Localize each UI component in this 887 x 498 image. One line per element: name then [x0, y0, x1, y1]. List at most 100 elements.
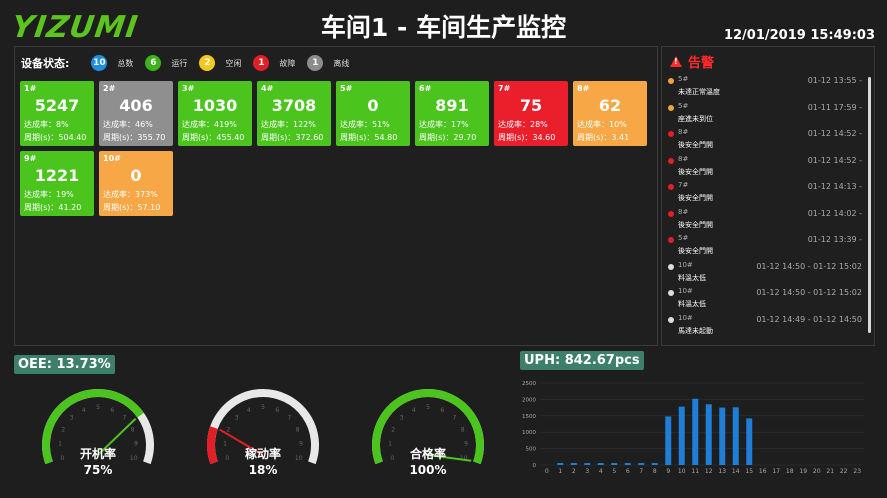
machine-card[interactable]: 9# 1221 达成率：19% 周期(s)：41.20	[20, 151, 94, 216]
machine-output: 1221	[34, 166, 80, 185]
alarm-item[interactable]: 7# 01-12 14:13 - 後安全門開	[666, 181, 866, 208]
machine-id: 9#	[24, 154, 37, 163]
alarm-status-dot	[668, 157, 674, 164]
machine-output: 5247	[34, 96, 80, 115]
alarm-machine: 8#	[678, 207, 689, 216]
alarm-item[interactable]: 5# 01-12 13:55 - 未達正常溫度	[666, 75, 866, 102]
legend-item: 1 故障	[253, 55, 295, 71]
warning-icon	[670, 56, 682, 67]
gauge-tick-label: 2	[226, 427, 230, 434]
alarm-item[interactable]: 5# 01-12 13:39 - 後安全門開	[666, 234, 866, 261]
machine-cycle: 周期(s)：504.40	[24, 133, 87, 142]
chart-xtick-label: 23	[853, 468, 861, 475]
alarm-machine: 5#	[678, 234, 689, 242]
machine-card[interactable]: 7# 75 达成率：28% 周期(s)：34.60	[494, 81, 568, 146]
machine-rate: 达成率：10%	[577, 120, 627, 129]
machine-cycle: 周期(s)：57.10	[103, 203, 161, 212]
gauge-tick-label: 5	[261, 404, 265, 411]
alarm-time: 01-12 14:13 -	[807, 182, 862, 191]
chart-ytick-label: 500	[526, 447, 537, 453]
machine-cycle: 周期(s)：455.40	[182, 133, 245, 142]
machine-card[interactable]: 6# 891 达成率：17% 周期(s)：29.70	[415, 81, 489, 146]
chart-xtick-label: 1	[558, 468, 562, 475]
machine-output: 0	[367, 96, 379, 115]
machine-card[interactable]: 3# 1030 达成率：419% 周期(s)：455.40	[178, 81, 252, 146]
machine-id: 7#	[498, 84, 511, 93]
alarm-machine: 5#	[678, 75, 689, 83]
chart-bar	[665, 416, 672, 465]
machine-output: 75	[519, 96, 543, 115]
chart-xtick-label: 10	[678, 468, 686, 475]
status-label: 设备状态:	[21, 57, 70, 70]
alarm-time: 01-12 14:50 - 01-12 15:02	[756, 261, 862, 271]
machine-rate: 达成率：373%	[103, 190, 158, 199]
alarm-message: 料溫太低	[678, 273, 706, 282]
machine-rate: 达成率：19%	[24, 190, 74, 199]
alarm-item[interactable]: 8# 01-12 14:52 - 後安全門開	[666, 155, 866, 182]
machine-id: 8#	[577, 84, 590, 93]
machine-output: 1030	[192, 96, 238, 115]
chart-xtick-label: 14	[732, 468, 740, 475]
alarm-header: 告警	[670, 52, 714, 71]
alarm-list[interactable]: 5# 01-12 13:55 - 未達正常溫度 5# 01-11 17:59 - 座進未到…	[666, 75, 866, 337]
gauge-tick-label: 3	[400, 415, 404, 422]
chart-ytick-label: 2000	[522, 397, 536, 403]
chart-xtick-label: 0	[545, 468, 549, 475]
alarm-message: 料溫太低	[678, 300, 706, 308]
legend-count-badge: 10	[91, 55, 108, 71]
alarm-item[interactable]: 10# 01-12 14:50 - 01-12 15:02 料溫太低	[666, 261, 866, 288]
chart-ytick-label: 1500	[522, 414, 536, 420]
machine-card[interactable]: 4# 3708 达成率：122% 周期(s)：372.60	[257, 81, 331, 146]
alarm-scrollbar[interactable]	[868, 77, 871, 333]
machine-card[interactable]: 8# 62 达成率：10% 周期(s)：3.41	[573, 81, 647, 146]
gauge-tick-label: 4	[247, 407, 251, 414]
alarm-item[interactable]: 10# 01-12 14:50 - 01-12 15:02 料溫太低	[666, 287, 866, 314]
machine-card[interactable]: 10# 0 达成率：373% 周期(s)：57.10	[99, 151, 173, 216]
gauge-tick-label: 2	[61, 427, 65, 434]
alarm-status-dot	[668, 78, 674, 84]
gauge-label: 稼动率	[244, 447, 281, 461]
alarm-message: 馬達未起動	[678, 326, 713, 335]
gauge-tick-label: 8	[461, 427, 465, 434]
gauge-tick-label: 6	[110, 407, 114, 414]
legend-count-badge: 2	[199, 55, 216, 71]
alarm-item[interactable]: 5# 01-11 17:59 - 座進未到位	[666, 102, 866, 129]
alarm-item[interactable]: 8# 01-12 14:02 - 後安全門開	[666, 208, 866, 235]
chart-xtick-label: 17	[772, 468, 780, 475]
chart-bar	[705, 404, 712, 465]
alarm-machine: 10#	[678, 260, 693, 269]
chart-xtick-label: 12	[705, 468, 713, 475]
chart-xtick-label: 9	[666, 468, 670, 475]
gauge-tick-label: 7	[452, 415, 456, 422]
legend-count-badge: 1	[307, 55, 324, 71]
machine-rate: 达成率：8%	[24, 120, 69, 129]
machine-output: 891	[435, 96, 469, 115]
machine-card[interactable]: 5# 0 达成率：51% 周期(s)：54.80	[336, 81, 410, 146]
alarm-status-dot	[668, 210, 674, 217]
alarm-title: 告警	[688, 56, 715, 71]
alarm-item[interactable]: 10# 01-12 14:49 - 01-12 14:50 馬達未起動	[666, 314, 866, 338]
chart-xtick-label: 6	[626, 468, 630, 475]
alarm-machine: 5#	[678, 101, 689, 110]
alarm-message: 後安全門開	[678, 141, 713, 149]
machine-card[interactable]: 2# 406 达成率：46% 周期(s)：355.70	[99, 81, 173, 146]
status-legend: 设备状态: 10 总数 6 运行 2 空闲 1 故障 1 离线	[21, 55, 361, 71]
machine-card[interactable]: 1# 5247 达成率：8% 周期(s)：504.40	[20, 81, 94, 146]
machine-rate: 达成率：51%	[340, 120, 390, 129]
machine-rate: 达成率：28%	[498, 120, 548, 129]
gauge-tick-label: 8	[296, 427, 300, 434]
machine-rate: 达成率：122%	[261, 120, 316, 129]
gauge-tick-label: 2	[391, 427, 395, 434]
chart-bar	[678, 406, 685, 465]
chart-xtick-label: 20	[813, 468, 821, 475]
alarm-machine: 10#	[678, 313, 693, 322]
machine-id: 3#	[182, 84, 195, 93]
machine-id: 1#	[24, 84, 37, 93]
legend-label: 运行	[171, 58, 188, 68]
machine-output: 62	[598, 96, 622, 115]
alarm-item[interactable]: 8# 01-12 14:52 - 後安全門開	[666, 128, 866, 155]
gauge-tick-label: 6	[275, 407, 279, 414]
machine-id: 4#	[261, 84, 274, 93]
chart-bar	[597, 463, 604, 465]
chart-bar	[719, 407, 726, 465]
